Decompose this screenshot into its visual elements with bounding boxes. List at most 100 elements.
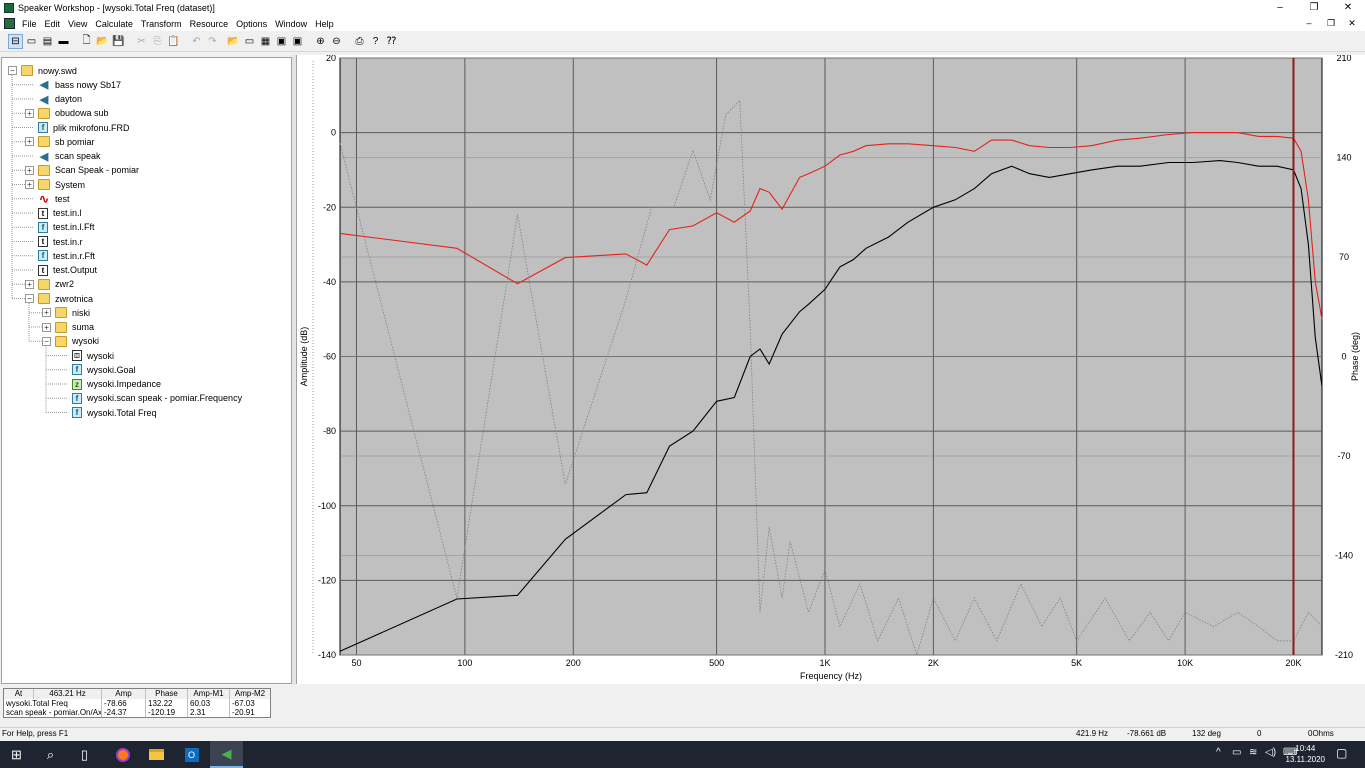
new-dataset-icon[interactable]: ▣ [274, 34, 289, 49]
tree-expander-icon[interactable]: + [42, 308, 51, 318]
tree-expander-icon[interactable]: − [42, 336, 51, 346]
tree-item[interactable]: f wysoki.scan speak - pomiar.Frequency [59, 392, 242, 405]
paste-icon[interactable]: 📋 [166, 34, 181, 49]
open-icon[interactable]: 📂 [95, 34, 110, 49]
tree-item[interactable]: t test.in.r [25, 235, 83, 248]
tree-expander-icon[interactable]: + [25, 137, 34, 147]
tree-item[interactable]: ◀ dayton [25, 93, 82, 106]
new-file-icon[interactable]: 🗋 [79, 34, 94, 49]
tree-item[interactable]: − zwrotnica [25, 292, 93, 305]
header-phase: Phase [146, 689, 188, 699]
tree-expander-icon[interactable]: + [25, 108, 34, 118]
speaker-workshop-task-icon[interactable]: ◀ [210, 741, 243, 768]
context-help-icon[interactable]: ⁇ [384, 34, 399, 49]
show-hidden-icons-icon[interactable]: ^ [1216, 747, 1221, 758]
status-ohms: 0Ohms [1308, 729, 1334, 738]
cut-icon[interactable]: ✂ [134, 34, 149, 49]
new-chart-icon[interactable]: ▦ [258, 34, 273, 49]
open-folder-icon[interactable]: 📂 [226, 34, 241, 49]
save-icon[interactable]: 💾 [111, 34, 126, 49]
tree-expander-icon[interactable]: − [25, 294, 34, 303]
windows-start-icon[interactable]: ⊞ [0, 741, 33, 768]
tree-expander-icon[interactable]: + [25, 165, 34, 175]
delete-icon[interactable]: ▣ [290, 34, 305, 49]
document-system-menu-icon[interactable] [4, 18, 15, 29]
menu-file[interactable]: File [18, 19, 41, 29]
copy-icon[interactable]: ⎘ [150, 34, 165, 49]
tree-item[interactable]: ∿ test [25, 192, 70, 206]
menu-view[interactable]: View [64, 19, 91, 29]
tree-item[interactable]: ◀ scan speak [25, 150, 101, 163]
row-phase: -120.19 [146, 708, 188, 717]
undo-icon[interactable]: ↶ [189, 34, 204, 49]
tree-item[interactable]: f wysoki.Total Freq [59, 406, 157, 419]
search-icon[interactable]: ⌕ [34, 741, 67, 768]
menu-options[interactable]: Options [232, 19, 271, 29]
tree-item[interactable]: z wysoki.Impedance [59, 378, 161, 391]
battery-icon[interactable]: ▭ [1232, 747, 1241, 758]
outlook-icon[interactable]: O [175, 741, 208, 768]
close-button[interactable]: ✕ [1333, 0, 1363, 16]
help-icon[interactable]: ? [368, 34, 383, 49]
menu-resource[interactable]: Resource [186, 19, 233, 29]
tree-item[interactable]: ◀ bass nowy Sb17 [25, 78, 121, 91]
tree-item[interactable]: f test.in.r.Fft [25, 249, 95, 262]
redo-icon[interactable]: ↷ [205, 34, 220, 49]
tree-item[interactable]: f test.in.l.Fft [25, 221, 95, 234]
y2-tick-label: 0 [1341, 352, 1346, 362]
tree-expander-icon[interactable]: + [42, 322, 51, 332]
print-icon[interactable]: ⎙ [352, 34, 367, 49]
details-icon[interactable]: ▤ [40, 34, 55, 49]
tree-item[interactable]: + suma [42, 321, 94, 334]
mdi-minimize-button[interactable]: – [1299, 16, 1319, 31]
list-icon[interactable]: ▭ [24, 34, 39, 49]
task-view-icon[interactable]: ▯ [68, 741, 101, 768]
tree-item[interactable]: + niski [42, 306, 90, 319]
tree-item[interactable]: + sb pomiar [25, 135, 95, 148]
taskbar-clock[interactable]: 10:44 13.11.2020 [1286, 743, 1325, 765]
clock-date: 13.11.2020 [1285, 755, 1325, 764]
tree-item[interactable]: f plik mikrofonu.FRD [25, 121, 130, 134]
menu-transform[interactable]: Transform [137, 19, 186, 29]
minimize-button[interactable]: – [1265, 0, 1295, 16]
resource-tree[interactable]: − nowy.swd ◀ bass nowy Sb17 ◀ dayton + obudowa … [1, 57, 292, 684]
tree-item[interactable]: − nowy.swd [8, 64, 77, 77]
mdi-close-button[interactable]: ✕ [1342, 16, 1362, 31]
tree-expander-icon[interactable]: − [8, 66, 17, 75]
window-title: Speaker Workshop - [wysoki.Total Freq (d… [18, 3, 215, 13]
notification-icon[interactable]: ▢ [1336, 746, 1347, 760]
zoom-out-icon[interactable]: ⊖ [329, 34, 344, 49]
tree-expander-icon[interactable]: + [25, 279, 34, 289]
tree-item[interactable]: − wysoki [42, 335, 99, 348]
zoom-in-icon[interactable]: ⊕ [313, 34, 328, 49]
mdi-restore-button[interactable]: ❐ [1321, 16, 1341, 31]
file-explorer-icon[interactable] [140, 741, 173, 768]
tree-item[interactable]: + zwr2 [25, 278, 74, 291]
menu-window[interactable]: Window [271, 19, 311, 29]
menu-edit[interactable]: Edit [41, 19, 65, 29]
tree-item[interactable]: t test.Output [25, 264, 97, 277]
tree-item[interactable]: t test.in.l [25, 207, 82, 220]
new-network-icon[interactable]: ▭ [242, 34, 257, 49]
network-icon: ◫ [72, 350, 82, 361]
y2-tick-label: -140 [1335, 551, 1353, 561]
tree-item[interactable]: ◫ wysoki [59, 349, 114, 362]
firefox-icon[interactable] [106, 741, 139, 768]
menu-help[interactable]: Help [311, 19, 338, 29]
tree-item[interactable]: + System [25, 178, 85, 191]
tree-item[interactable]: + Scan Speak - pomiar [25, 164, 139, 177]
small-icons-icon[interactable]: ▬ [56, 34, 71, 49]
volume-icon[interactable]: ◁) [1265, 747, 1276, 758]
frequency-response-chart[interactable]: 50 100 200 500 1K 2K 5K 10K 20K200-20-40-60-80-1… [297, 53, 1365, 684]
tree-item[interactable]: f wysoki.Goal [59, 363, 136, 376]
taskbar: ⊞ ⌕ ▯ O ◀ ^ ▭ ≋ ◁) ⌨ 10:44 13.11.2020 ▢ [0, 741, 1365, 768]
row-amp-m1: 2.31 [188, 708, 230, 717]
tree-expander-icon[interactable]: + [25, 180, 34, 189]
maximize-button[interactable]: ❐ [1299, 0, 1329, 16]
menu-calculate[interactable]: Calculate [91, 19, 137, 29]
tree-view-icon[interactable]: ⊟ [8, 34, 23, 49]
tree-item[interactable]: + obudowa sub [25, 107, 109, 120]
network-icon[interactable]: ≋ [1249, 747, 1257, 758]
chart-pane[interactable]: 50 100 200 500 1K 2K 5K 10K 20K 20 0 -20 -40 -60 -80 -1… [296, 53, 1365, 684]
x-tick-label: 1K [819, 658, 830, 668]
